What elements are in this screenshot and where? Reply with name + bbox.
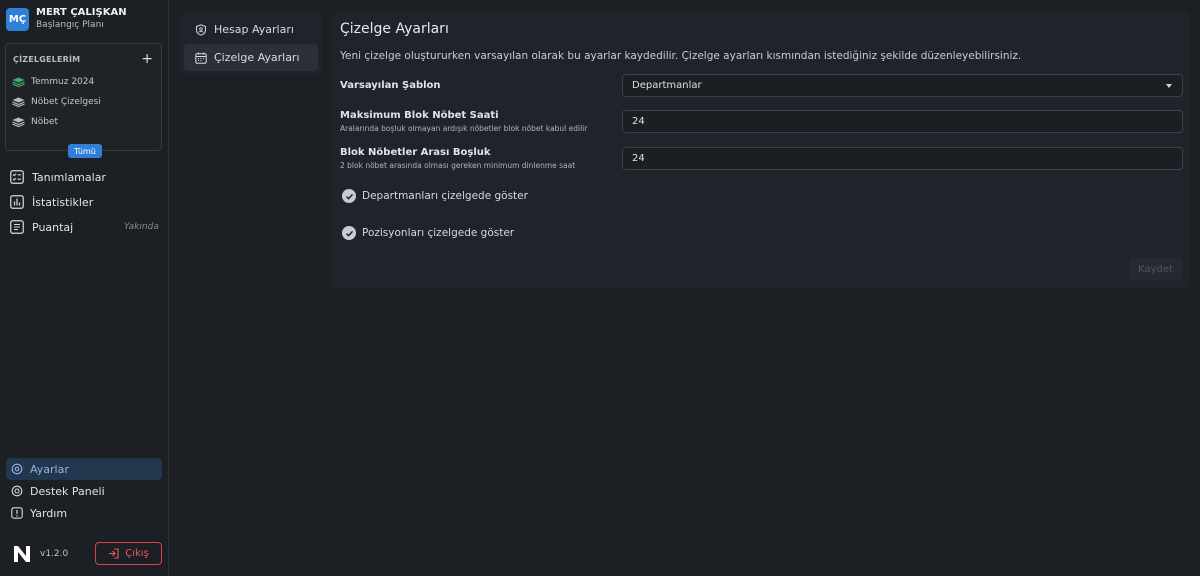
show-positions-checkbox[interactable]: Pozisyonları çizelgede göster [342, 226, 514, 240]
nav-item-label: Destek Paneli [30, 484, 105, 498]
sidebar: MÇ MERT ÇALIŞKAN Başlangıç Planı ÇİZELGE… [0, 0, 169, 576]
submenu-item-cizelge-ayarlari[interactable]: Çizelge Ayarları [184, 44, 318, 71]
user-plan: Başlangıç Planı [36, 20, 104, 30]
logout-button[interactable]: Çıkış [95, 542, 162, 565]
block-gap-label: Blok Nöbetler Arası Boşluk [340, 147, 491, 158]
calendar-icon [195, 52, 207, 64]
document-icon [10, 220, 24, 234]
nav-item-yardim[interactable]: Yardım [6, 502, 162, 524]
app-version: v1.2.0 [40, 549, 69, 559]
chart-item-nobet-cizelgesi[interactable]: Nöbet Çizelgesi [12, 97, 101, 107]
help-icon [11, 507, 23, 519]
nav-item-tanimlamalar[interactable]: Tanımlamalar [10, 170, 106, 184]
all-charts-button[interactable]: Tümü [68, 144, 102, 158]
max-block-label: Maksimum Blok Nöbet Saati [340, 110, 499, 121]
block-gap-value: 24 [632, 153, 645, 164]
settings-submenu: Hesap Ayarları Çizelge Ayarları [180, 12, 322, 74]
submenu-item-label: Çizelge Ayarları [214, 51, 300, 64]
add-chart-button[interactable]: + [141, 52, 153, 66]
chart-item-temmuz-2024[interactable]: Temmuz 2024 [12, 77, 94, 87]
nav-item-label: Ayarlar [30, 462, 69, 476]
checklist-icon [10, 170, 24, 184]
checkbox-check-icon [342, 189, 356, 203]
submenu-item-label: Hesap Ayarları [214, 23, 294, 36]
block-gap-hint: 2 blok nöbet arasında olması gereken min… [340, 161, 576, 170]
template-label: Varsayılan Şablon [340, 80, 441, 91]
nav-item-destek-paneli[interactable]: Destek Paneli [6, 480, 162, 502]
nav-item-label: Yardım [30, 506, 68, 520]
template-select[interactable]: Departmanlar [622, 74, 1183, 97]
max-block-hint: Aralarında boşluk olmayan ardışık nöbetl… [340, 124, 588, 133]
user-profile[interactable]: MÇ MERT ÇALIŞKAN Başlangıç Planı [6, 7, 127, 31]
nav-item-label: İstatistikler [32, 195, 94, 209]
support-icon [11, 485, 23, 497]
charts-panel: ÇİZELGELERİM + Temmuz 2024 Nöbet Çizelge… [5, 43, 162, 158]
save-button[interactable]: Kaydet [1129, 258, 1182, 280]
layers-icon [12, 77, 25, 87]
chart-item-nobet[interactable]: Nöbet [12, 117, 58, 127]
checkbox-check-icon [342, 226, 356, 240]
user-name: MERT ÇALIŞKAN [36, 7, 127, 18]
chart-item-label: Nöbet Çizelgesi [31, 97, 101, 107]
nav-item-label: Tanımlamalar [32, 170, 106, 184]
chart-item-label: Nöbet [31, 117, 59, 127]
template-select-value: Departmanlar [632, 80, 702, 91]
nav-item-istatistikler[interactable]: İstatistikler [10, 195, 93, 209]
logout-label: Çıkış [125, 548, 149, 559]
checkbox-label: Pozisyonları çizelgede göster [362, 227, 515, 239]
max-block-value: 24 [632, 116, 645, 127]
layers-icon [12, 117, 25, 127]
chart-item-label: Temmuz 2024 [31, 77, 95, 87]
max-block-input[interactable]: 24 [622, 110, 1183, 133]
show-departments-checkbox[interactable]: Departmanları çizelgede göster [342, 189, 528, 203]
block-gap-input[interactable]: 24 [622, 147, 1183, 170]
page-description: Yeni çizelge oluştururken varsayılan ola… [340, 50, 1022, 62]
page-title: Çizelge Ayarları [340, 21, 449, 37]
logo-icon [14, 546, 30, 562]
logout-icon [109, 548, 119, 559]
checkbox-label: Departmanları çizelgede göster [362, 190, 528, 202]
charts-title: ÇİZELGELERİM [13, 54, 81, 64]
chevron-down-icon [1166, 84, 1172, 88]
coming-soon-badge: Yakında [124, 222, 159, 232]
bar-chart-icon [10, 195, 24, 209]
avatar: MÇ [6, 7, 29, 31]
chart-settings-panel: Çizelge Ayarları Yeni çizelge oluştururk… [332, 12, 1190, 288]
nav-item-puantaj[interactable]: Puantaj [10, 220, 73, 234]
user-shield-icon [196, 23, 206, 36]
nav-item-label: Puantaj [32, 220, 74, 234]
layers-icon [12, 97, 25, 107]
gear-icon [11, 463, 23, 475]
submenu-item-hesap-ayarlari[interactable]: Hesap Ayarları [184, 16, 318, 43]
nav-item-ayarlar[interactable]: Ayarlar [6, 458, 162, 480]
